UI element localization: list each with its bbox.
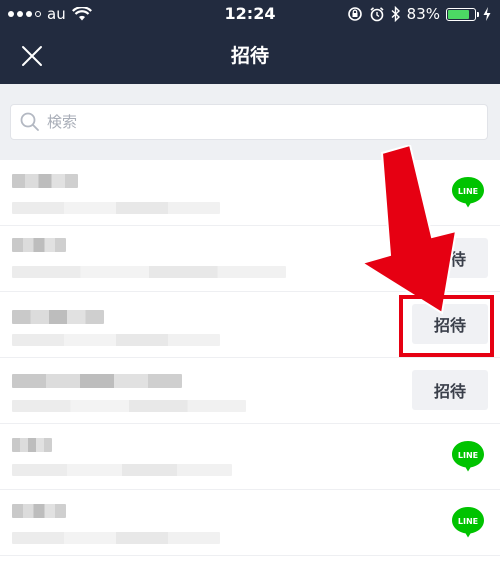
- friend-list: LINE 招待 招待 招待 LINE LINE: [0, 160, 500, 556]
- name-pixelated: [12, 174, 78, 188]
- app-root: au 12:24 83% 招待 検索 LINE 招待 招待 招待 LINE LI…: [0, 0, 500, 563]
- line-app-icon: LINE: [452, 507, 484, 538]
- status-message-pixelated: [12, 464, 232, 476]
- bluetooth-icon: [391, 6, 400, 22]
- page-title: 招待: [230, 45, 269, 67]
- status-message-pixelated: [12, 334, 220, 346]
- list-item[interactable]: LINE: [0, 490, 500, 556]
- nav-bar: 招待: [0, 28, 500, 84]
- alarm-clock-icon: [370, 7, 384, 22]
- line-app-icon: LINE: [452, 177, 484, 208]
- name-pixelated: [12, 374, 182, 388]
- search-box[interactable]: [10, 104, 488, 140]
- status-message-pixelated: [12, 400, 246, 412]
- line-badge-label: LINE: [458, 187, 478, 196]
- rotation-lock-icon: [347, 7, 362, 21]
- line-badge-label: LINE: [458, 451, 478, 460]
- list-item[interactable]: 招待: [0, 292, 500, 358]
- top-bar: au 12:24 83% 招待: [0, 0, 500, 84]
- battery-percent: 83%: [406, 5, 440, 23]
- search-icon: [20, 112, 39, 131]
- list-item[interactable]: 招待: [0, 358, 500, 424]
- invite-button[interactable]: 招待: [412, 304, 488, 344]
- search-input[interactable]: [41, 106, 487, 138]
- name-pixelated: [12, 438, 52, 452]
- status-right: 83%: [347, 0, 492, 28]
- status-message-pixelated: [12, 266, 286, 278]
- invite-button[interactable]: 招待: [412, 370, 488, 410]
- battery-icon: [446, 7, 479, 21]
- charging-bolt-icon: [483, 7, 491, 21]
- battery-level-fill: [448, 9, 469, 19]
- status-message-pixelated: [12, 532, 220, 544]
- name-pixelated: [12, 238, 66, 252]
- invite-button[interactable]: 招待: [412, 238, 488, 278]
- line-app-icon: LINE: [452, 441, 484, 472]
- search-area: [0, 84, 500, 160]
- status-bar: au 12:24 83%: [0, 0, 500, 28]
- name-pixelated: [12, 504, 66, 518]
- list-item[interactable]: LINE: [0, 160, 500, 226]
- status-message-pixelated: [12, 202, 220, 214]
- list-item[interactable]: LINE: [0, 424, 500, 490]
- name-pixelated: [12, 310, 104, 324]
- list-item[interactable]: 招待: [0, 226, 500, 292]
- line-badge-label: LINE: [458, 517, 478, 526]
